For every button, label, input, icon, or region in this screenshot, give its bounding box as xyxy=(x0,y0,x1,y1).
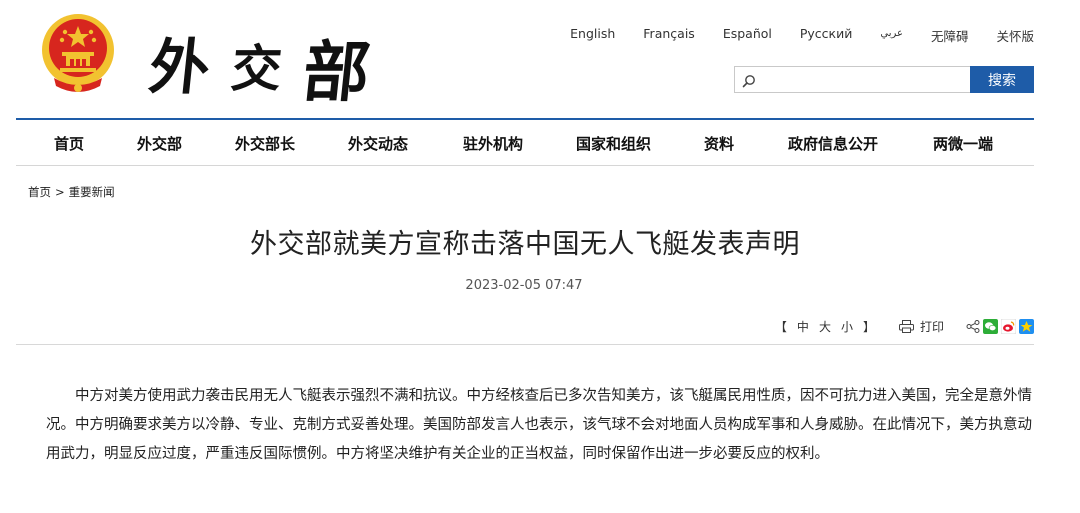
nav-item-missions[interactable]: 驻外机构 xyxy=(463,133,523,154)
site-name-char: 交 xyxy=(228,39,287,98)
nav-item-activities[interactable]: 外交动态 xyxy=(348,133,408,154)
lang-arabic-link[interactable]: عربي xyxy=(880,28,903,45)
site-name-char: 外 xyxy=(145,32,216,103)
breadcrumb: 首页 > 重要新闻 xyxy=(28,184,115,200)
national-emblem-logo[interactable] xyxy=(40,12,116,96)
print-button[interactable]: 打印 xyxy=(898,318,944,335)
qzone-icon[interactable] xyxy=(1019,319,1034,334)
search-box xyxy=(734,66,970,93)
nav-item-resources[interactable]: 资料 xyxy=(704,133,734,154)
accessibility-link[interactable]: 无障碍 xyxy=(931,26,969,45)
font-size-small-button[interactable]: 小 xyxy=(841,318,853,335)
article-body: 中方对美方使用武力袭击民用无人飞艇表示强烈不满和抗议。中方经核查后已多次告知美方… xyxy=(46,388,1032,462)
breadcrumb-current-link[interactable]: 重要新闻 xyxy=(69,185,115,199)
font-size-control: 【 中 大 小 】 xyxy=(775,318,875,335)
font-size-large-button[interactable]: 大 xyxy=(819,318,831,335)
search-icon xyxy=(742,73,756,88)
language-bar: English Français Español Русский عربي 无障… xyxy=(570,26,1034,45)
bracket-open: 【 xyxy=(774,320,787,334)
lang-spanish-link[interactable]: Español xyxy=(723,26,772,45)
lang-english-link[interactable]: English xyxy=(570,26,615,45)
lang-french-link[interactable]: Français xyxy=(643,26,695,45)
nav-item-minister[interactable]: 外交部长 xyxy=(235,133,295,154)
nav-item-ministry[interactable]: 外交部 xyxy=(137,133,182,154)
weibo-icon[interactable] xyxy=(1001,319,1016,334)
search-input[interactable] xyxy=(735,67,970,92)
print-label: 打印 xyxy=(919,320,944,334)
bracket-close: 】 xyxy=(862,320,875,334)
article-toolbar: 【 中 大 小 】 打印 xyxy=(775,318,1034,335)
site-name-char: 部 xyxy=(299,33,376,111)
nav-item-gov-info[interactable]: 政府信息公开 xyxy=(788,133,878,154)
wechat-icon[interactable] xyxy=(983,319,998,334)
lang-russian-link[interactable]: Русский xyxy=(800,26,852,45)
breadcrumb-home-link[interactable]: 首页 xyxy=(28,185,51,199)
share-bar xyxy=(966,319,1034,334)
care-mode-link[interactable]: 关怀版 xyxy=(996,26,1034,45)
main-nav: 首页 外交部 外交部长 外交动态 驻外机构 国家和组织 资料 政府信息公开 两微… xyxy=(16,118,1034,166)
share-icon[interactable] xyxy=(966,320,980,333)
article-title: 外交部就美方宣称击落中国无人飞艇发表声明 xyxy=(250,229,800,260)
search-button[interactable]: 搜索 xyxy=(970,66,1034,93)
article-date: 2023-02-05 07:47 xyxy=(465,278,583,293)
site-name-calligraphy[interactable]: 外 交 部 xyxy=(146,14,376,112)
search-bar: 搜索 xyxy=(734,66,1034,93)
breadcrumb-separator: > xyxy=(55,185,65,199)
nav-item-social[interactable]: 两微一端 xyxy=(933,133,993,154)
nav-item-countries[interactable]: 国家和组织 xyxy=(576,133,651,154)
content-divider xyxy=(16,344,1034,345)
printer-icon xyxy=(898,320,914,333)
nav-item-home[interactable]: 首页 xyxy=(54,133,84,154)
font-size-medium-button[interactable]: 中 xyxy=(797,318,809,335)
